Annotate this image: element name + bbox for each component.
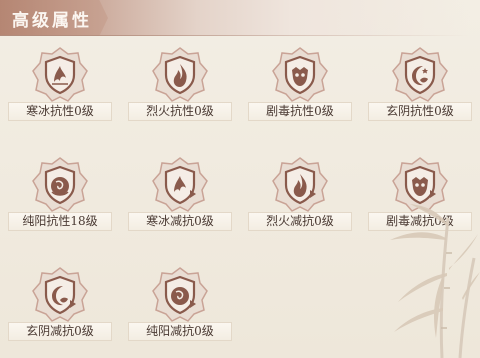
attribute-label: 剧毒减抗0级	[368, 212, 472, 231]
attribute-item[interactable]: 纯阳抗性18级	[0, 146, 120, 246]
panel-title: 高级属性	[12, 11, 92, 31]
attribute-item[interactable]: 纯阳减抗0级	[120, 256, 240, 356]
attribute-label: 寒冰减抗0级	[128, 212, 232, 231]
panel-header: 高级属性	[0, 0, 470, 36]
attribute-item[interactable]: 烈火减抗0级	[240, 146, 360, 246]
attribute-item[interactable]: 烈火抗性0级	[120, 36, 240, 136]
attribute-item[interactable]: 剧毒抗性0级	[240, 36, 360, 136]
attribute-item[interactable]: 剧毒减抗0级	[360, 146, 480, 246]
attribute-label: 烈火抗性0级	[128, 102, 232, 121]
yin-resist-icon	[390, 44, 450, 104]
poison-resist-icon	[270, 44, 330, 104]
attribute-item[interactable]: 寒冰减抗0级	[120, 146, 240, 246]
attribute-label: 寒冰抗性0级	[8, 102, 112, 121]
attribute-label: 剧毒抗性0级	[248, 102, 352, 121]
advanced-attributes-panel: 高级属性 寒冰抗性0级 烈火抗性0级 剧毒抗性0级 玄阴抗性0级 纯阳抗性18级…	[0, 0, 480, 358]
attribute-label: 纯阳减抗0级	[128, 322, 232, 341]
attribute-item[interactable]: 寒冰抗性0级	[0, 36, 120, 136]
fire-resist-icon	[150, 44, 210, 104]
poison-reduce-icon	[390, 154, 450, 214]
ice-reduce-icon	[150, 154, 210, 214]
yin-reduce-icon	[30, 264, 90, 324]
attribute-label: 玄阴减抗0级	[8, 322, 112, 341]
yang-reduce-icon	[150, 264, 210, 324]
attribute-item[interactable]: 玄阴抗性0级	[360, 36, 480, 136]
attribute-item[interactable]: 玄阴减抗0级	[0, 256, 120, 356]
fire-reduce-icon	[270, 154, 330, 214]
ice-resist-icon	[30, 44, 90, 104]
attribute-label: 玄阴抗性0级	[368, 102, 472, 121]
attribute-label: 烈火减抗0级	[248, 212, 352, 231]
attribute-label: 纯阳抗性18级	[8, 212, 112, 231]
yang-resist-icon	[30, 154, 90, 214]
attribute-grid: 寒冰抗性0级 烈火抗性0级 剧毒抗性0级 玄阴抗性0级 纯阳抗性18级 寒冰减抗…	[0, 36, 480, 358]
